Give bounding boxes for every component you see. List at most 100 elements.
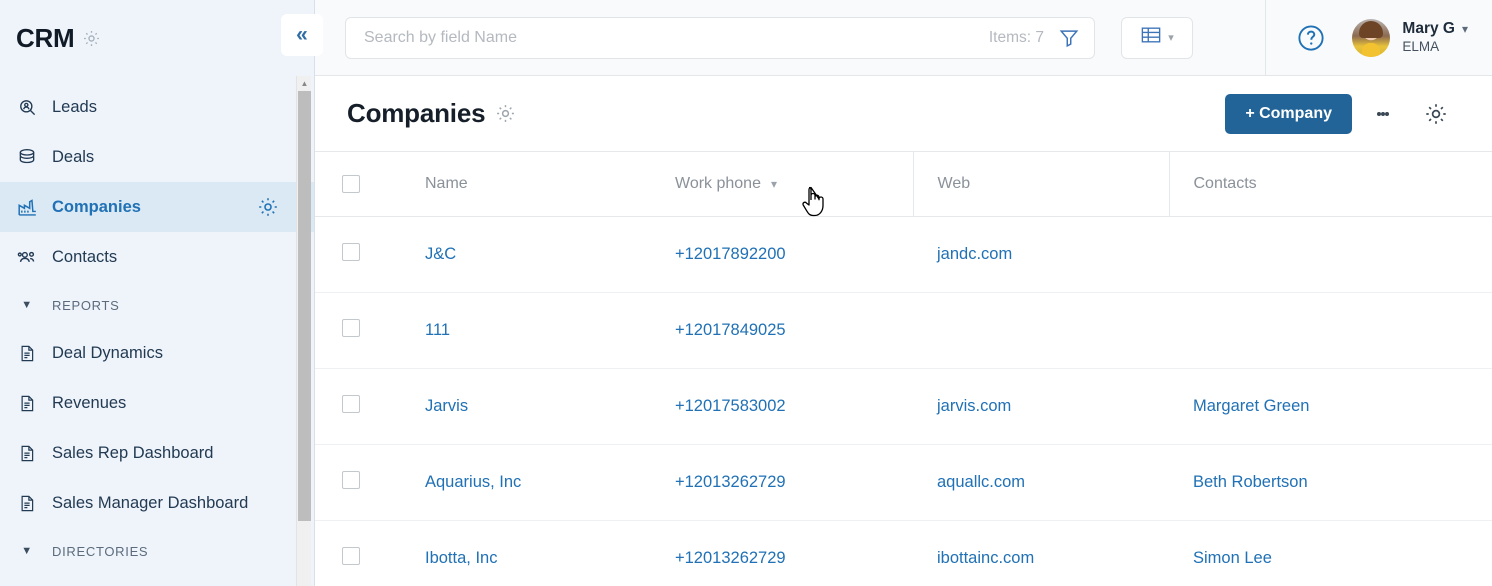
table-header: Name Work phone ▾ Web Contacts	[315, 152, 1492, 217]
sidebar-item-label: Deal Dynamics	[52, 343, 163, 362]
table-row[interactable]: 111 +12017849025	[315, 292, 1492, 369]
lead-search-icon	[16, 98, 38, 117]
sidebar-item-deal-dynamics[interactable]: Deal Dynamics	[0, 328, 314, 378]
contact-link[interactable]: Simon Lee	[1193, 549, 1272, 567]
sidebar-group-reports[interactable]: ▼ REPORTS	[0, 282, 314, 328]
cell-name: Ibotta, Inc	[401, 520, 651, 586]
page-header-actions: + Company	[1225, 93, 1458, 134]
table-row[interactable]: J&C +12017892200 jandc.com	[315, 216, 1492, 293]
chevron-down-icon: ▾	[1461, 21, 1468, 36]
sidebar-item-sales-manager-dashboard[interactable]: Sales Manager Dashboard	[0, 478, 314, 528]
cell-name: 111	[401, 292, 651, 369]
table-row[interactable]: Ibotta, Inc +12013262729 ibottainc.com S…	[315, 520, 1492, 586]
cell-work-phone: +12017849025	[651, 292, 913, 369]
row-checkbox[interactable]	[342, 546, 360, 565]
companies-settings-gear-icon[interactable]	[257, 196, 279, 218]
sidebar-item-leads[interactable]: Leads	[0, 82, 314, 132]
table-row[interactable]: Jarvis +12017583002 jarvis.com Margaret …	[315, 368, 1492, 445]
sidebar-scrollbar[interactable]: ▲	[296, 76, 311, 586]
row-checkbox[interactable]	[342, 394, 360, 413]
phone-link[interactable]: +12017892200	[675, 245, 786, 263]
cell-work-phone: +12013262729	[651, 520, 913, 586]
sidebar-group-directories[interactable]: ▼ DIRECTORIES	[0, 528, 314, 574]
company-name-link[interactable]: Jarvis	[425, 397, 468, 415]
row-checkbox[interactable]	[342, 318, 360, 337]
web-link[interactable]: ibottainc.com	[937, 549, 1034, 567]
column-header-name[interactable]: Name	[401, 152, 651, 217]
sidebar-item-label: Deals	[52, 147, 95, 166]
brand-title: CRM	[16, 22, 75, 53]
companies-table: Name Work phone ▾ Web Contacts J&C +1201…	[315, 152, 1492, 586]
select-all-checkbox[interactable]	[342, 174, 360, 193]
main-area: Items: 7 ▾	[315, 0, 1492, 586]
sidebar-item-deals[interactable]: Deals	[0, 132, 314, 182]
sidebar-collapse-button[interactable]: «	[281, 14, 323, 56]
company-name-link[interactable]: 111	[425, 321, 450, 339]
web-link[interactable]: jandc.com	[937, 245, 1012, 263]
company-name-link[interactable]: Ibotta, Inc	[425, 549, 497, 567]
user-org: ELMA	[1402, 38, 1440, 54]
cell-work-phone: +12017583002	[651, 368, 913, 445]
cell-web: ibottainc.com	[913, 520, 1169, 586]
cell-name: J&C	[401, 216, 651, 293]
column-header-web[interactable]: Web	[913, 152, 1170, 217]
cell-work-phone: +12013262729	[651, 444, 913, 521]
view-mode-button[interactable]: ▾	[1121, 16, 1193, 59]
column-label: Name	[425, 174, 468, 192]
phone-link[interactable]: +12013262729	[675, 473, 786, 491]
document-icon	[16, 444, 38, 463]
funnel-icon[interactable]	[1058, 27, 1080, 49]
phone-link[interactable]: +12017583002	[675, 397, 786, 415]
company-name-link[interactable]: J&C	[425, 245, 456, 263]
search-input[interactable]	[364, 28, 989, 47]
more-vertical-icon[interactable]	[1360, 94, 1406, 134]
row-select-cell	[315, 216, 401, 293]
column-label: Work phone	[675, 174, 761, 192]
sidebar-group-label: REPORTS	[52, 297, 120, 313]
column-label: Contacts	[1193, 174, 1257, 192]
avatar	[1352, 18, 1391, 57]
sidebar-item-label: Companies	[52, 197, 141, 216]
cell-name: Aquarius, Inc	[401, 444, 651, 521]
add-company-button[interactable]: + Company	[1225, 93, 1352, 134]
document-icon	[16, 344, 38, 363]
cell-contacts: Beth Robertson	[1169, 444, 1492, 521]
sidebar-item-companies[interactable]: Companies	[0, 182, 314, 232]
sidebar-item-sales-rep-dashboard[interactable]: Sales Rep Dashboard	[0, 428, 314, 478]
chevron-down-icon: ▼	[21, 299, 33, 311]
web-link[interactable]: jarvis.com	[937, 397, 1011, 415]
scrollbar-thumb[interactable]	[298, 91, 311, 521]
cell-web: jarvis.com	[913, 368, 1169, 445]
contact-link[interactable]: Margaret Green	[1193, 397, 1309, 415]
table-header-row: Name Work phone ▾ Web Contacts	[315, 152, 1492, 217]
phone-link[interactable]: +12017849025	[675, 321, 786, 339]
topbar: Items: 7 ▾	[315, 0, 1492, 76]
cell-web: aquallc.com	[913, 444, 1169, 521]
chevron-down-icon: ▾	[1168, 32, 1174, 44]
row-checkbox[interactable]	[342, 242, 360, 261]
chevron-down-icon[interactable]: ▾	[771, 177, 777, 191]
chevrons-left-icon: «	[296, 23, 308, 46]
company-name-link[interactable]: Aquarius, Inc	[425, 473, 521, 491]
table-row[interactable]: Aquarius, Inc +12013262729 aquallc.com B…	[315, 444, 1492, 521]
web-link[interactable]: aquallc.com	[937, 473, 1025, 491]
sidebar-item-revenues[interactable]: Revenues	[0, 378, 314, 428]
search-box[interactable]: Items: 7	[345, 16, 1095, 59]
gear-icon[interactable]	[82, 29, 101, 48]
row-checkbox[interactable]	[342, 470, 360, 489]
question-circle-icon[interactable]	[1296, 23, 1326, 53]
phone-link[interactable]: +12013262729	[675, 549, 786, 567]
table-settings-gear-icon[interactable]	[1414, 94, 1458, 134]
gear-icon[interactable]	[495, 103, 516, 124]
column-header-contacts[interactable]: Contacts	[1169, 152, 1492, 217]
sidebar: CRM « Leads Deals Companies Contacts ▼ R…	[0, 0, 323, 586]
contact-link[interactable]: Beth Robertson	[1193, 473, 1308, 491]
row-select-cell	[315, 444, 401, 521]
sidebar-item-contacts[interactable]: Contacts	[0, 232, 314, 282]
topbar-right: Mary G ▾ ELMA	[1265, 0, 1492, 76]
items-count: Items: 7	[988, 28, 1044, 46]
scroll-up-arrow-icon[interactable]: ▲	[297, 76, 312, 91]
column-header-work-phone[interactable]: Work phone ▾	[651, 152, 914, 217]
user-menu[interactable]: Mary G ▾ ELMA	[1352, 18, 1468, 57]
cell-contacts	[1169, 292, 1492, 369]
